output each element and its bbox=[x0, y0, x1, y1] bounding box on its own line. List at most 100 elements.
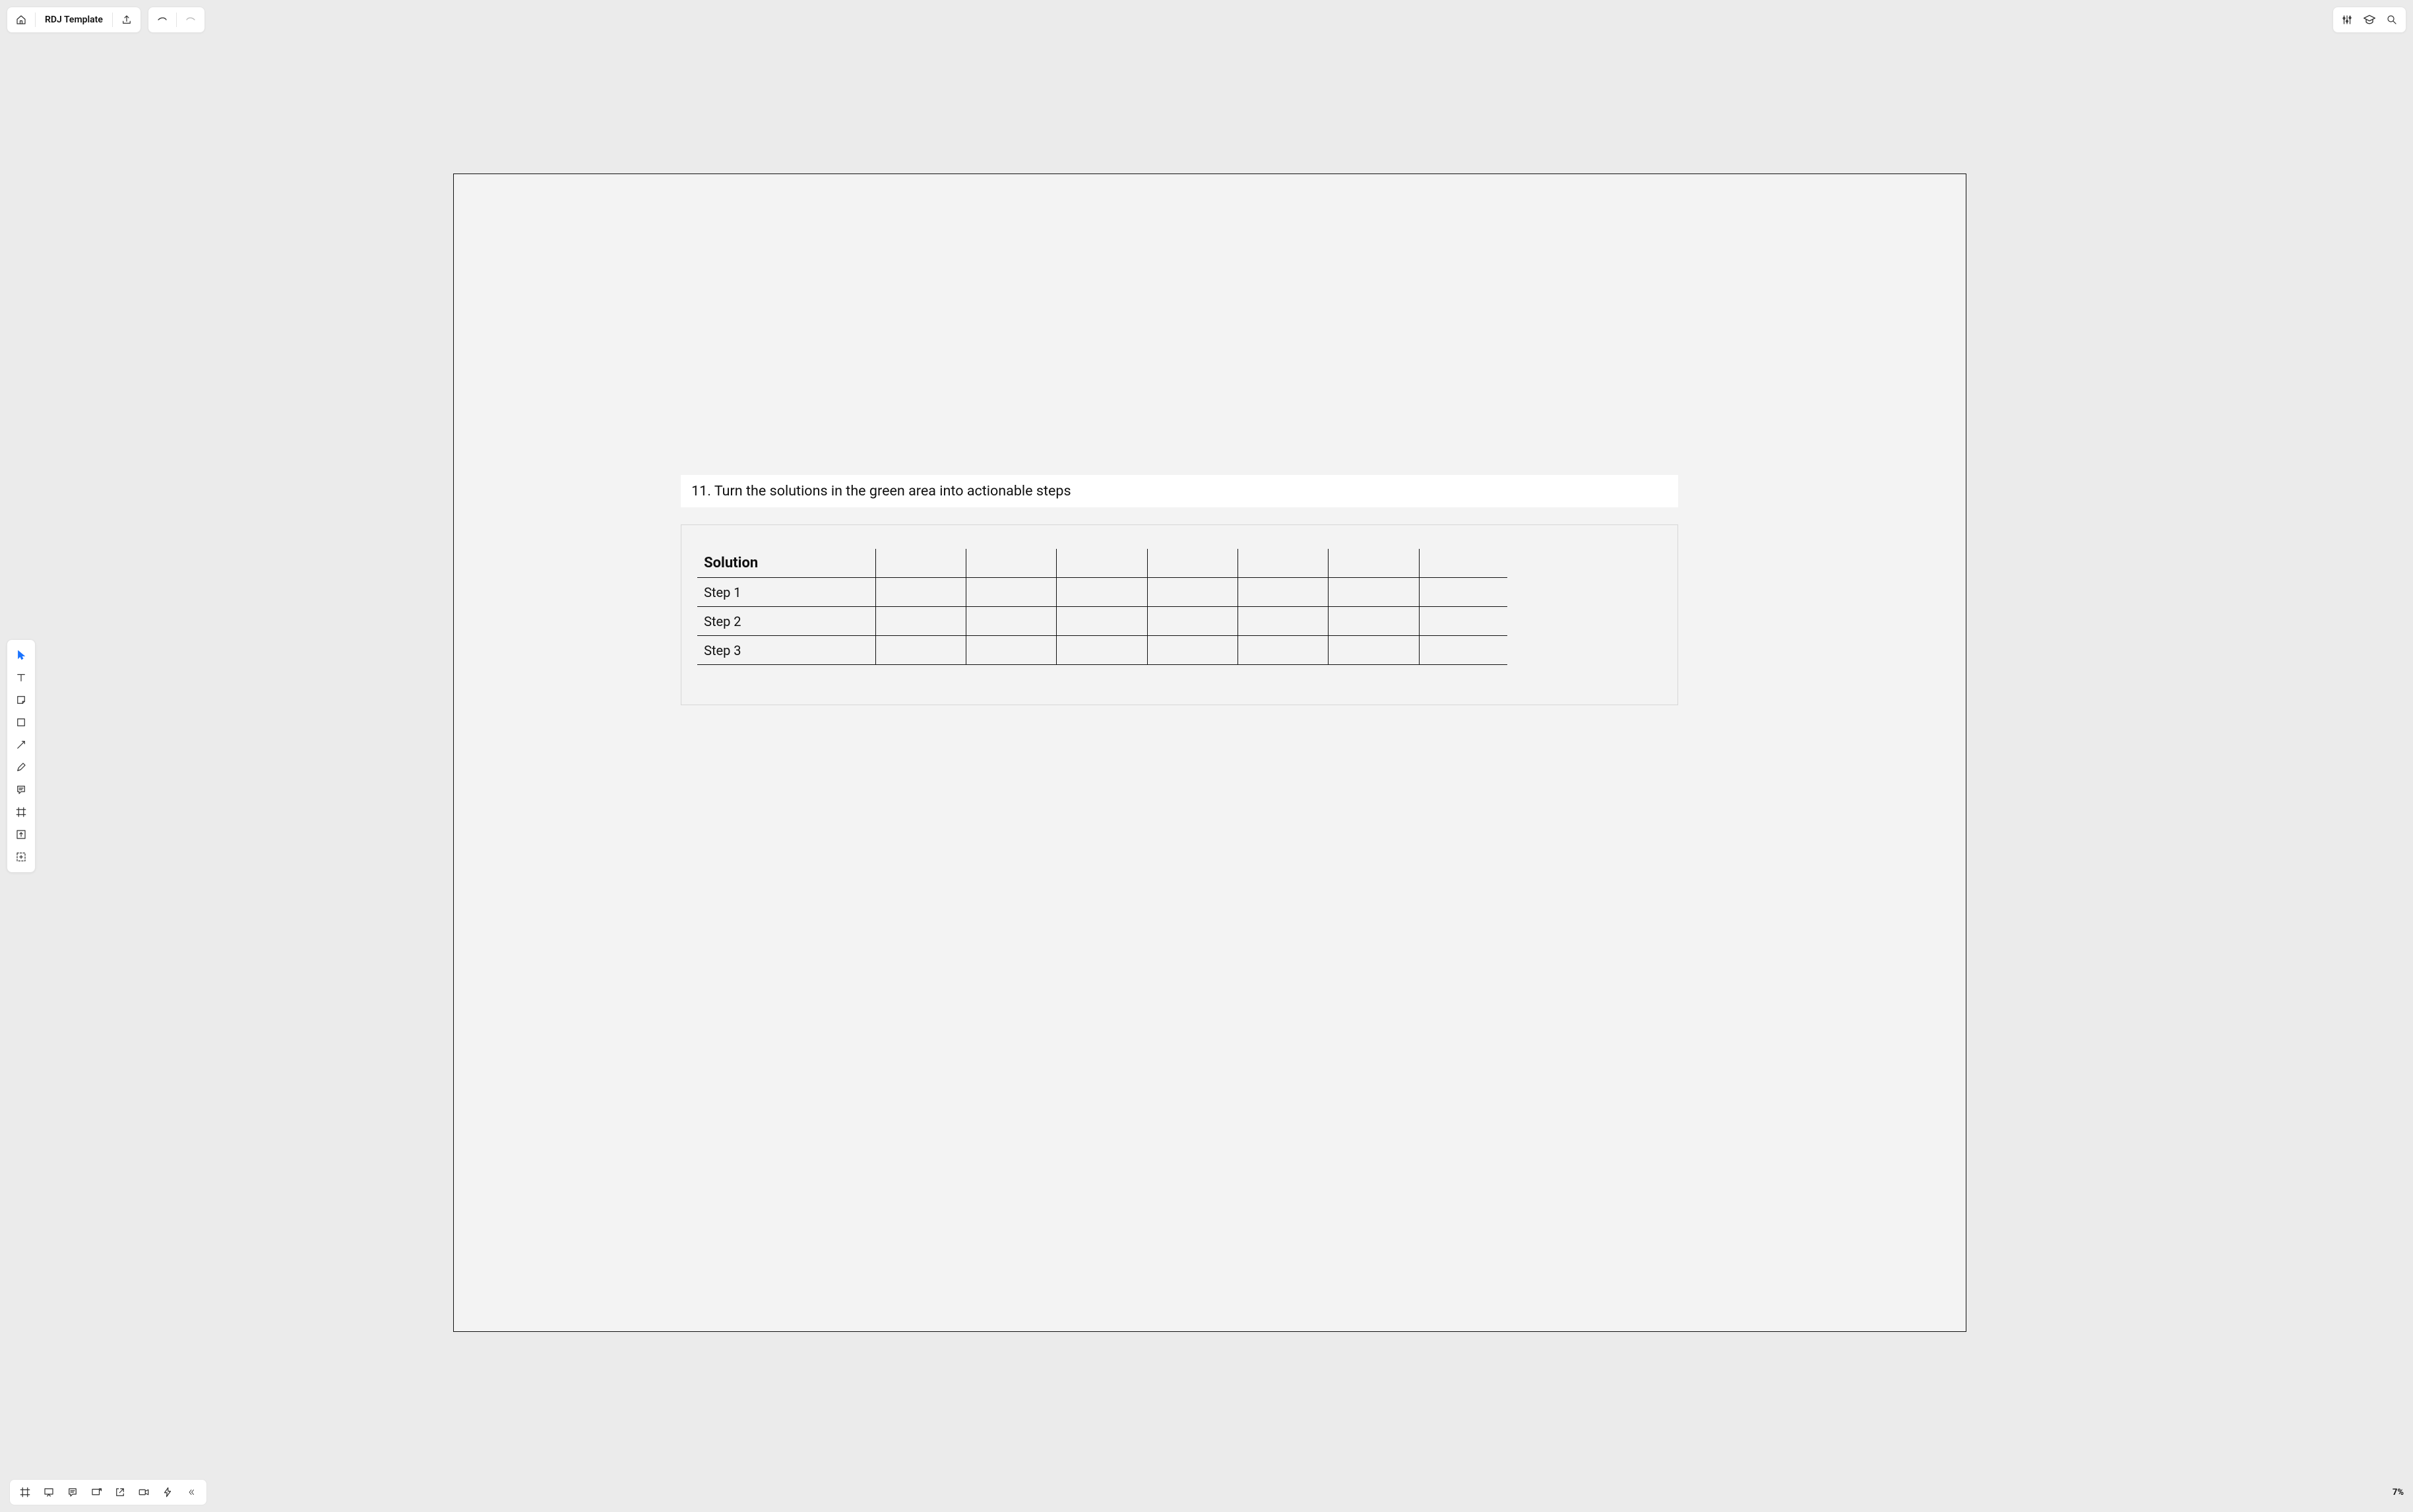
sticky-note-tool[interactable] bbox=[10, 689, 32, 711]
frame-tool[interactable] bbox=[10, 801, 32, 823]
select-tool[interactable] bbox=[10, 644, 32, 666]
comments-panel-button[interactable] bbox=[61, 1481, 84, 1503]
document-title[interactable]: RDJ Template bbox=[38, 15, 110, 25]
graduation-cap-icon bbox=[2363, 13, 2376, 26]
table-cell[interactable] bbox=[1238, 636, 1329, 665]
undo-button[interactable] bbox=[151, 9, 173, 31]
table-cell[interactable] bbox=[1238, 607, 1329, 636]
comment-icon bbox=[67, 1486, 78, 1498]
home-button[interactable] bbox=[10, 9, 32, 31]
table-row[interactable]: Step 1 bbox=[697, 578, 1507, 607]
table-row[interactable]: Solution bbox=[697, 549, 1507, 578]
top-left-chip: RDJ Template bbox=[7, 7, 141, 33]
presentation-icon bbox=[43, 1486, 55, 1498]
plus-dashed-icon bbox=[15, 851, 27, 863]
table-cell[interactable] bbox=[1147, 607, 1238, 636]
search-button[interactable] bbox=[2381, 9, 2403, 31]
table-cell[interactable] bbox=[1057, 549, 1147, 578]
learn-button[interactable] bbox=[2358, 9, 2381, 31]
frame-icon bbox=[15, 806, 27, 818]
table-row-label[interactable]: Step 1 bbox=[697, 578, 875, 607]
comment-tool[interactable] bbox=[10, 778, 32, 801]
table-cell[interactable] bbox=[1238, 578, 1329, 607]
table-cell[interactable] bbox=[1057, 607, 1147, 636]
table-cell[interactable] bbox=[966, 549, 1057, 578]
table-cell[interactable] bbox=[1238, 549, 1329, 578]
search-icon bbox=[2386, 14, 2398, 26]
redo-button[interactable] bbox=[179, 9, 202, 31]
table-cell[interactable] bbox=[1419, 607, 1507, 636]
table-cell[interactable] bbox=[1147, 636, 1238, 665]
table-header-cell[interactable]: Solution bbox=[697, 549, 875, 578]
video-icon bbox=[138, 1486, 150, 1498]
square-icon bbox=[15, 716, 27, 728]
table-cell[interactable] bbox=[1419, 636, 1507, 665]
export-button[interactable] bbox=[115, 9, 138, 31]
table-row[interactable]: Step 3 bbox=[697, 636, 1507, 665]
text-tool[interactable] bbox=[10, 666, 32, 689]
sticky-note-icon bbox=[15, 694, 27, 706]
table-cell[interactable] bbox=[875, 607, 966, 636]
record-button[interactable] bbox=[133, 1481, 155, 1503]
table-cell[interactable] bbox=[966, 636, 1057, 665]
connector-tool[interactable] bbox=[10, 734, 32, 756]
open-external-button[interactable] bbox=[109, 1481, 131, 1503]
table-row[interactable]: Step 2 bbox=[697, 607, 1507, 636]
canvas-frame[interactable]: 11. Turn the solutions in the green area… bbox=[453, 173, 1966, 1332]
home-icon bbox=[15, 14, 27, 26]
table-cell[interactable] bbox=[1329, 578, 1419, 607]
sliders-icon bbox=[2341, 14, 2353, 26]
zoom-level[interactable]: 7% bbox=[2393, 1488, 2404, 1497]
table-cell[interactable] bbox=[1057, 636, 1147, 665]
table-cell[interactable] bbox=[1419, 578, 1507, 607]
redo-icon bbox=[185, 14, 197, 26]
table-cell[interactable] bbox=[875, 578, 966, 607]
share-icon bbox=[90, 1486, 102, 1498]
frame-content: 11. Turn the solutions in the green area… bbox=[681, 475, 1678, 706]
steps-table-container[interactable]: Solution Step 1 bbox=[681, 524, 1678, 706]
history-chip bbox=[148, 7, 205, 33]
bolt-icon bbox=[162, 1486, 173, 1498]
more-tools[interactable] bbox=[10, 846, 32, 868]
table-cell[interactable] bbox=[1147, 549, 1238, 578]
table-cell[interactable] bbox=[1329, 636, 1419, 665]
arrow-icon bbox=[15, 739, 27, 751]
frames-panel-button[interactable] bbox=[14, 1481, 36, 1503]
top-right-chip bbox=[2333, 7, 2406, 33]
table-row-label[interactable]: Step 3 bbox=[697, 636, 875, 665]
left-tool-panel bbox=[7, 639, 36, 873]
table-row-label[interactable]: Step 2 bbox=[697, 607, 875, 636]
table-cell[interactable] bbox=[966, 607, 1057, 636]
cursor-icon bbox=[15, 649, 27, 661]
frame-icon bbox=[19, 1486, 31, 1498]
pen-icon bbox=[15, 761, 27, 773]
table-cell[interactable] bbox=[1329, 607, 1419, 636]
table-cell[interactable] bbox=[1329, 549, 1419, 578]
separator bbox=[176, 13, 177, 27]
undo-icon bbox=[156, 14, 168, 26]
import-icon bbox=[15, 829, 27, 840]
table-cell[interactable] bbox=[875, 549, 966, 578]
table-cell[interactable] bbox=[1147, 578, 1238, 607]
share-link-button[interactable] bbox=[85, 1481, 108, 1503]
activity-button[interactable] bbox=[156, 1481, 179, 1503]
table-cell[interactable] bbox=[966, 578, 1057, 607]
comment-icon bbox=[15, 784, 27, 796]
canvas[interactable]: 11. Turn the solutions in the green area… bbox=[0, 0, 2413, 1512]
upload-tool[interactable] bbox=[10, 823, 32, 846]
table-cell[interactable] bbox=[875, 636, 966, 665]
external-link-icon bbox=[114, 1486, 126, 1498]
table-cell[interactable] bbox=[1057, 578, 1147, 607]
shape-tool[interactable] bbox=[10, 711, 32, 734]
chevron-left-double-icon bbox=[187, 1488, 196, 1497]
present-button[interactable] bbox=[38, 1481, 60, 1503]
separator bbox=[35, 13, 36, 27]
table-cell[interactable] bbox=[1419, 549, 1507, 578]
collapse-panel-button[interactable] bbox=[180, 1481, 203, 1503]
pen-tool[interactable] bbox=[10, 756, 32, 778]
upload-icon bbox=[121, 14, 133, 26]
step-heading[interactable]: 11. Turn the solutions in the green area… bbox=[681, 475, 1678, 507]
text-icon bbox=[15, 672, 27, 683]
settings-button[interactable] bbox=[2336, 9, 2358, 31]
steps-table[interactable]: Solution Step 1 bbox=[697, 549, 1507, 666]
